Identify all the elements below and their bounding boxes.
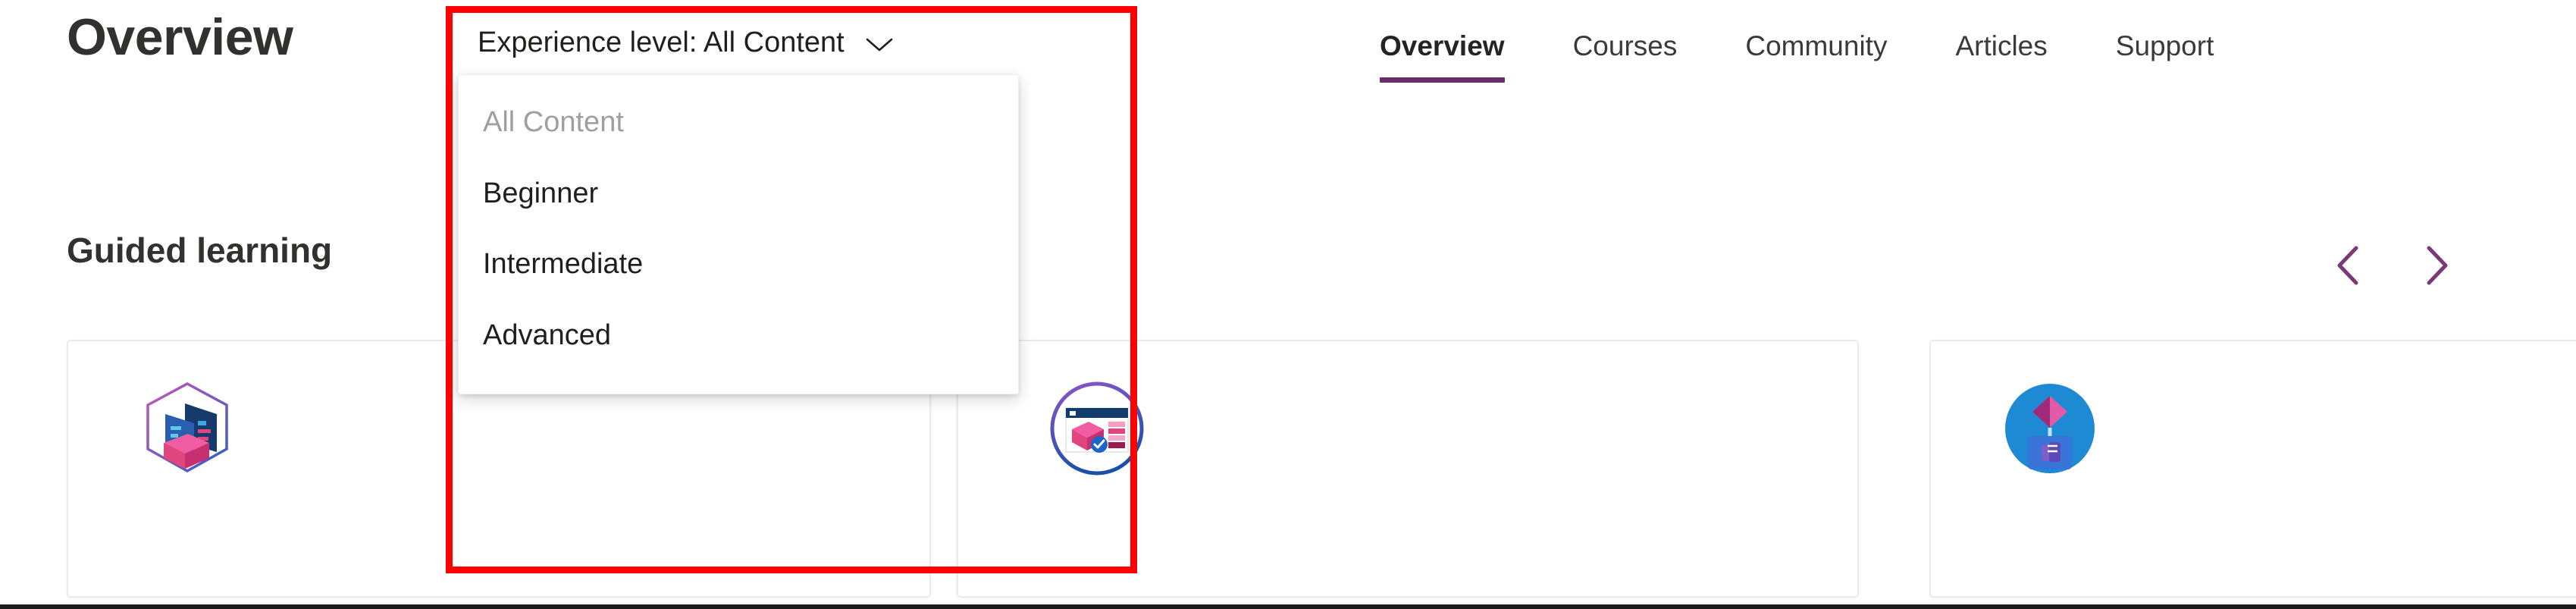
circle-browser-cube-badge-icon <box>1048 379 1146 478</box>
dropdown-option-intermediate[interactable]: Intermediate <box>459 237 1018 293</box>
experience-level-dropdown-label: Experience level: All Content <box>478 27 845 58</box>
page-title: Overview <box>67 8 293 66</box>
dropdown-option-label: All Content <box>483 106 624 138</box>
nav-item-label: Courses <box>1572 30 1678 61</box>
dropdown-option-label: Advanced <box>483 319 612 351</box>
dropdown-option-label: Beginner <box>483 177 599 209</box>
nav-item-support[interactable]: Support <box>2116 30 2214 83</box>
nav-item-courses[interactable]: Courses <box>1573 30 1678 83</box>
dropdown-option-label: Intermediate <box>483 248 644 281</box>
screenshot-root: Overview Overview Courses Community Arti… <box>0 0 2576 609</box>
nav-item-label: Community <box>1745 30 1888 61</box>
hexagon-data-badge-icon <box>138 379 237 478</box>
dropdown-option-all-content[interactable]: All Content <box>459 95 1018 151</box>
chevron-right-icon <box>2427 246 2448 285</box>
dropdown-option-beginner[interactable]: Beginner <box>459 166 1018 222</box>
experience-level-dropdown-trigger[interactable]: Experience level: All Content <box>458 15 913 71</box>
chevron-down-icon <box>864 36 895 54</box>
nav-item-label: Support <box>2115 30 2214 61</box>
nav-item-overview[interactable]: Overview <box>1380 30 1505 83</box>
section-title: Guided learning <box>67 231 333 270</box>
carousel-previous-button[interactable] <box>2331 243 2366 288</box>
nav-item-label: Overview <box>1380 30 1505 61</box>
nav-item-label: Articles <box>1955 30 2048 61</box>
nav-item-community[interactable]: Community <box>1745 30 1887 83</box>
nav-item-articles[interactable]: Articles <box>1955 30 2047 83</box>
dropdown-option-advanced[interactable]: Advanced <box>459 308 1018 364</box>
experience-level-dropdown-menu: All Content Beginner Intermediate Advanc… <box>458 74 1019 395</box>
carousel-next-button[interactable] <box>2419 243 2454 288</box>
experience-level-filter: Experience level: All Content All Conten… <box>458 15 1028 395</box>
carousel-navigation <box>2331 243 2454 288</box>
top-navigation: Overview Courses Community Articles Supp… <box>1380 30 2214 83</box>
circle-teams-power-platform-icon <box>2001 379 2099 478</box>
guided-learning-card[interactable] <box>1929 340 2576 598</box>
guided-learning-card[interactable] <box>957 340 1859 598</box>
chevron-left-icon <box>2337 246 2358 285</box>
